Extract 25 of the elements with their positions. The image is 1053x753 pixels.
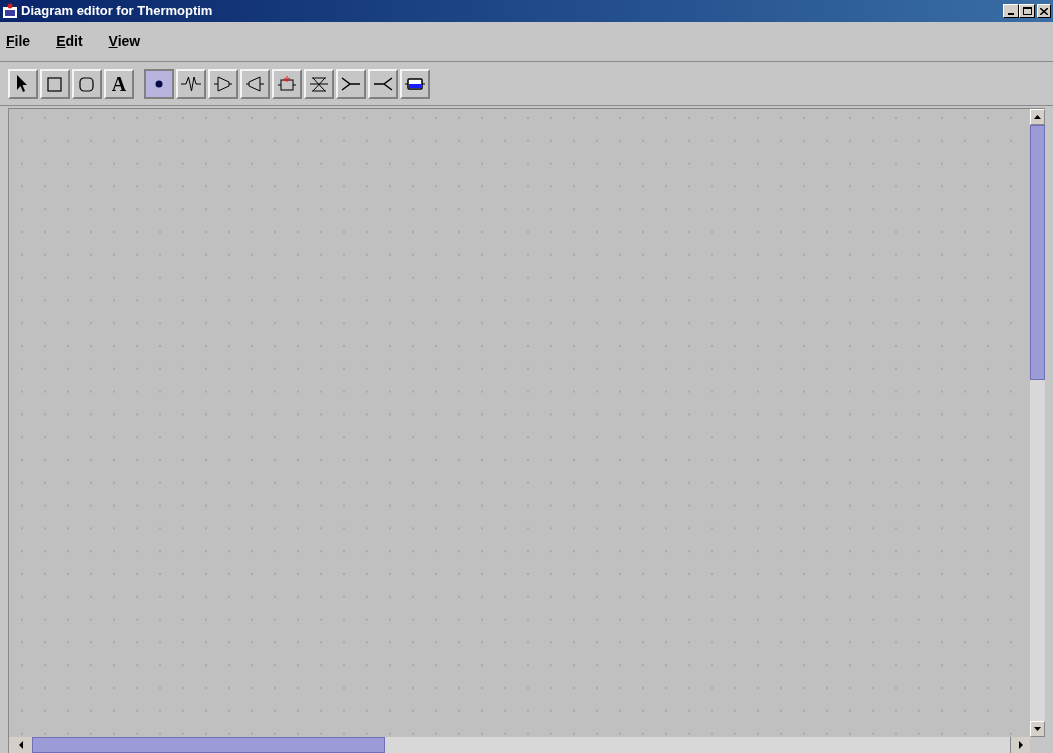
left-arrow-icon: [18, 741, 23, 749]
minimize-icon: [1008, 13, 1014, 15]
scroll-down-button[interactable]: [1030, 721, 1045, 737]
app-icon: [2, 3, 18, 19]
close-button[interactable]: [1037, 4, 1051, 18]
scroll-up-button[interactable]: [1030, 109, 1045, 125]
menu-item[interactable]: View: [108, 31, 141, 52]
menu-item[interactable]: Edit: [56, 31, 83, 52]
close-icon: [1040, 7, 1048, 15]
scroll-left-button[interactable]: [9, 737, 32, 753]
horizontal-scrollbar[interactable]: [9, 737, 1030, 753]
tool-button[interactable]: [144, 68, 174, 99]
vertical-scrollbar[interactable]: [1030, 109, 1045, 737]
up-arrow-icon: [1034, 115, 1041, 119]
right-arrow-icon: [1018, 741, 1023, 749]
window-title: Diagram editor for Thermoptim: [21, 2, 213, 21]
maximize-icon: [1022, 7, 1032, 15]
scroll-thumb[interactable]: [1030, 125, 1045, 380]
maximize-button[interactable]: [1019, 4, 1035, 18]
scroll-right-button[interactable]: [1010, 737, 1030, 753]
menu-item[interactable]: File: [6, 31, 31, 52]
down-arrow-icon: [1034, 727, 1041, 731]
tool-button[interactable]: A: [104, 68, 134, 99]
scroll-thumb[interactable]: [32, 737, 385, 753]
minimize-button[interactable]: [1003, 4, 1019, 18]
